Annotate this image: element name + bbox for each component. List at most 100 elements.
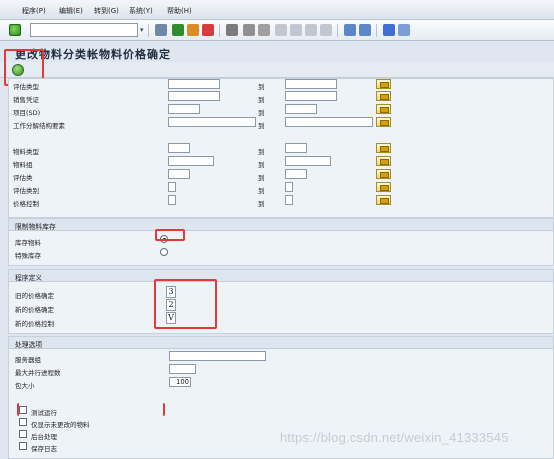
new-session-icon[interactable] [344, 24, 356, 36]
section-title: 处理选项 [15, 341, 43, 349]
section-header: 处理选项 [9, 337, 553, 349]
material-type-to[interactable] [285, 143, 307, 153]
selection-label: 项目(SD) [13, 109, 41, 117]
help-icon[interactable] [383, 24, 395, 36]
multiple-selection-button[interactable] [376, 143, 391, 153]
back-icon[interactable] [172, 24, 184, 36]
section-title: 限制物料库存 [15, 223, 56, 231]
show-unchanged-materials-checkbox[interactable] [19, 418, 27, 426]
radio-label: 库存物料 [15, 239, 41, 247]
program-row-label: 新的价格确定 [15, 306, 54, 314]
selection-label: 销售凭证 [13, 96, 39, 104]
previous-page-icon[interactable] [290, 24, 302, 36]
selection-label: 物料类型 [13, 148, 39, 156]
menu-bar: 程序(P) 编辑(E) 转到(G) 系统(Y) 帮助(H) [0, 0, 554, 20]
to-label: 到 [258, 200, 265, 208]
price-control-from[interactable] [168, 195, 176, 205]
material-type-from[interactable] [168, 143, 190, 153]
multiple-selection-button[interactable] [376, 182, 391, 192]
checkbox-label: 保存日志 [31, 445, 57, 453]
selection-label: 评估类别 [13, 187, 39, 195]
find-next-icon[interactable] [258, 24, 270, 36]
application-toolbar [0, 62, 554, 78]
shortcut-icon[interactable] [359, 24, 371, 36]
chevron-down-icon[interactable]: ▾ [140, 26, 144, 34]
valuation-class-to[interactable] [285, 169, 307, 179]
program-row-label: 旧的价格确定 [15, 292, 54, 300]
selection-label: 物料组 [13, 161, 33, 169]
max-parallel-processes-input[interactable] [169, 364, 196, 374]
selection-label: 工作分解结构要素 [13, 122, 65, 130]
toolbar-divider [148, 24, 149, 37]
program-row-label: 新的价格控制 [15, 320, 54, 328]
radio-label: 特殊库存 [15, 252, 41, 260]
to-label: 到 [258, 161, 265, 169]
program-definition-section: 程序定义 旧的价格确定 3 新的价格确定 2 新的价格控制 V [8, 269, 554, 334]
sales-document-from[interactable] [168, 91, 220, 101]
wbs-element-from[interactable] [168, 117, 256, 127]
menu-item-system[interactable]: 系统(Y) [129, 6, 153, 16]
selection-label: 价格控制 [13, 200, 39, 208]
selection-label: 评估类 [13, 174, 33, 182]
to-label: 到 [258, 148, 265, 156]
valuation-class-from[interactable] [168, 169, 190, 179]
to-label: 到 [258, 109, 265, 117]
first-page-icon[interactable] [275, 24, 287, 36]
highlight-box [154, 279, 217, 329]
toolbar-divider [337, 24, 338, 37]
checkmark-icon[interactable] [9, 24, 21, 36]
multiple-selection-button[interactable] [376, 195, 391, 205]
watermark-text: https://blog.csdn.net/weixin_41333545 [280, 430, 509, 445]
highlight-box [17, 403, 165, 416]
item-sd-from[interactable] [168, 104, 200, 114]
save-icon[interactable] [155, 24, 167, 36]
multiple-selection-button[interactable] [376, 117, 391, 127]
multiple-selection-button[interactable] [376, 79, 391, 89]
to-label: 到 [258, 174, 265, 182]
last-page-icon[interactable] [320, 24, 332, 36]
selection-label: 评估类型 [13, 83, 39, 91]
processing-row-label: 服务器组 [15, 356, 41, 364]
material-group-to[interactable] [285, 156, 331, 166]
menu-item-help[interactable]: 帮助(H) [167, 6, 192, 16]
layout-icon[interactable] [398, 24, 410, 36]
to-label: 到 [258, 83, 265, 91]
toolbar-divider [219, 24, 220, 37]
package-size-value: 100 [176, 378, 189, 386]
processing-row-label: 包大小 [15, 382, 35, 390]
cancel-icon[interactable] [202, 24, 214, 36]
command-field[interactable] [30, 23, 138, 37]
multiple-selection-button[interactable] [376, 169, 391, 179]
valuation-type-to[interactable] [285, 79, 337, 89]
multiple-selection-button[interactable] [376, 91, 391, 101]
limit-stock-section: 限制物料库存 库存物料 特殊库存 [8, 218, 554, 266]
menu-item-edit[interactable]: 编辑(E) [59, 6, 83, 16]
toolbar-divider [376, 24, 377, 37]
valuation-category-from[interactable] [168, 182, 176, 192]
valuation-type-from[interactable] [168, 79, 220, 89]
special-stock-radio[interactable] [160, 248, 168, 256]
price-control-to[interactable] [285, 195, 293, 205]
menu-item-goto[interactable]: 转到(G) [94, 6, 119, 16]
toolbar: ▾ [0, 20, 554, 41]
exit-icon[interactable] [187, 24, 199, 36]
server-group-input[interactable] [169, 351, 266, 361]
find-icon[interactable] [243, 24, 255, 36]
print-icon[interactable] [226, 24, 238, 36]
to-label: 到 [258, 96, 265, 104]
selection-area: 评估类型 到 销售凭证 到 项目(SD) 到 工作分解结构要素 到 物料类型 到… [8, 78, 554, 218]
sales-document-to[interactable] [285, 91, 337, 101]
multiple-selection-button[interactable] [376, 156, 391, 166]
highlight-box [155, 229, 185, 241]
to-label: 到 [258, 122, 265, 130]
menu-item-program[interactable]: 程序(P) [22, 6, 46, 16]
next-page-icon[interactable] [305, 24, 317, 36]
valuation-category-to[interactable] [285, 182, 293, 192]
save-log-checkbox[interactable] [19, 442, 27, 450]
item-sd-to[interactable] [285, 104, 317, 114]
background-processing-checkbox[interactable] [19, 430, 27, 438]
wbs-element-to[interactable] [285, 117, 373, 127]
material-group-from[interactable] [168, 156, 214, 166]
multiple-selection-button[interactable] [376, 104, 391, 114]
title-bar: 更改物料分类帐物料价格确定 [0, 41, 554, 62]
